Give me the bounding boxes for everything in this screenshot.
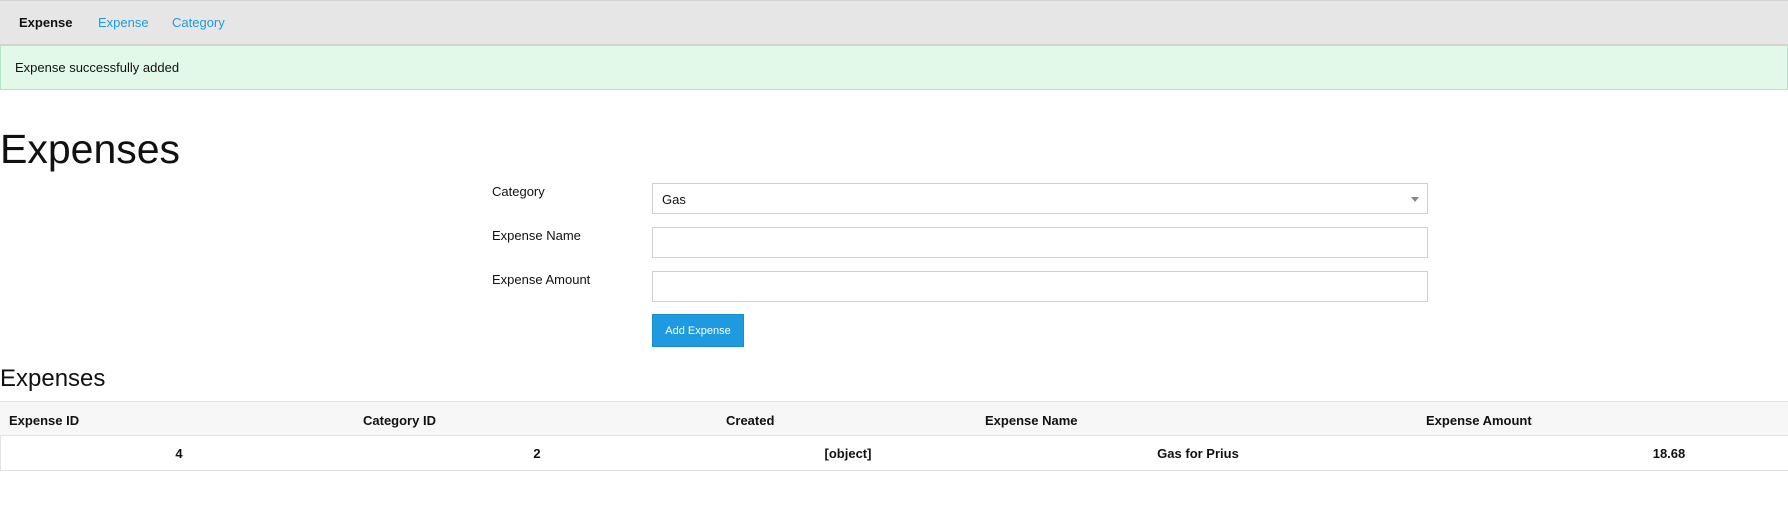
expense-amount-input[interactable] [652,271,1428,302]
category-select[interactable]: Gas [652,183,1428,214]
column-header-expense-amount: Expense Amount [1426,413,1532,428]
category-select-value: Gas [662,192,686,207]
navbar-brand[interactable]: Expense [19,15,72,30]
cell-expense-id: 4 [175,446,183,461]
alert-message: Expense successfully added [15,60,180,75]
nav-link-expense[interactable]: Expense [98,15,149,30]
chevron-down-icon [1411,197,1419,202]
column-header-expense-id: Expense ID [9,413,80,428]
cell-expense-name: Gas for Prius [1157,446,1239,461]
cell-expense-amount: 18.68 [1652,446,1686,461]
category-label: Category [492,184,545,199]
expenses-table-title: Expenses [0,365,106,392]
column-header-created: Created [726,413,775,428]
table-row: 4 2 [object] Gas for Prius 18.68 [0,436,1788,471]
success-alert: Expense successfully added [0,45,1788,90]
table-header: Expense ID Category ID Created Expense N… [0,401,1788,436]
expense-amount-label: Expense Amount [492,272,591,287]
top-navbar: Expense Expense Category [0,0,1788,45]
nav-link-category[interactable]: Category [172,15,225,30]
cell-category-id: 2 [533,446,541,461]
page-title: Expenses [0,126,181,172]
column-header-expense-name: Expense Name [985,413,1078,428]
expense-name-label: Expense Name [492,228,581,243]
column-header-category-id: Category ID [363,413,436,428]
add-expense-button[interactable]: Add Expense [652,314,744,347]
expense-name-input[interactable] [652,227,1428,258]
cell-created: [object] [824,446,872,461]
